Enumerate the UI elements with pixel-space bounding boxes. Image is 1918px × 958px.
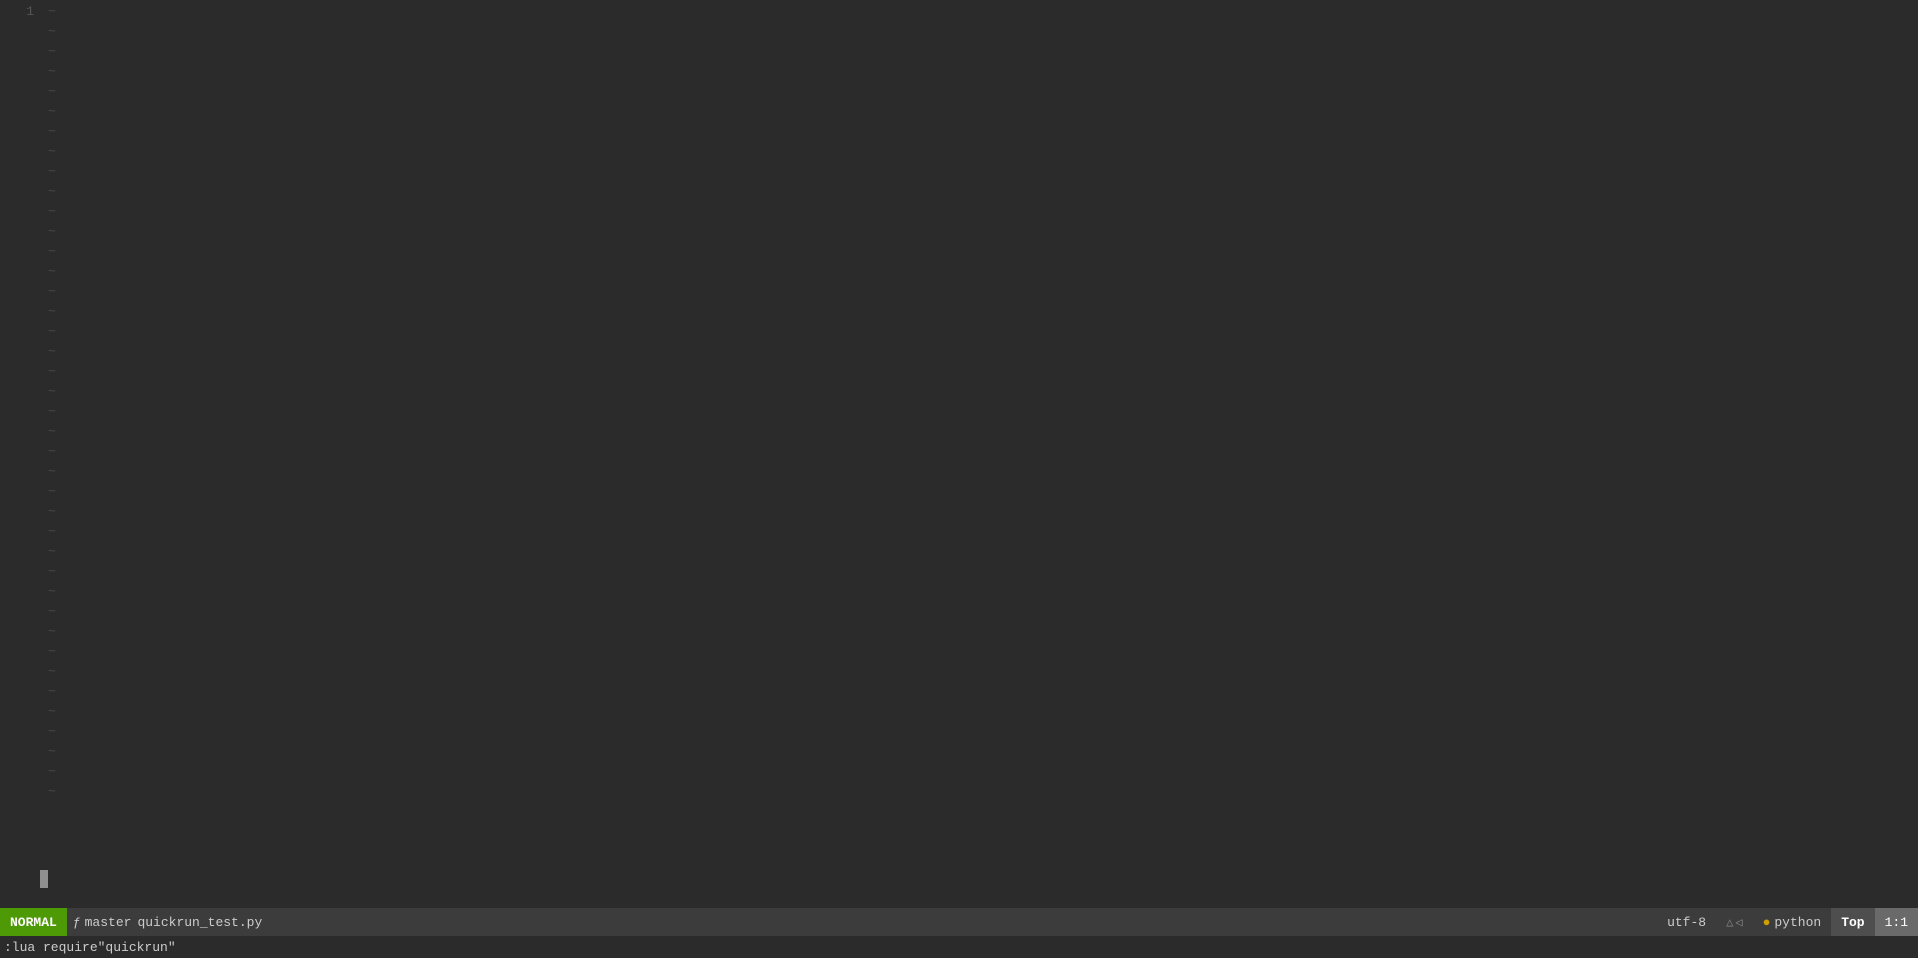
- tilde-line: ~: [48, 462, 1918, 482]
- filetype-label: python: [1774, 915, 1821, 930]
- position-label: Top: [1841, 915, 1864, 930]
- editor-content[interactable]: ~ ~ ~ ~ ~ ~ ~ ~ ~ ~ ~ ~ ~ ~ ~ ~ ~ ~ ~ ~ …: [40, 0, 1918, 908]
- tilde-line: ~: [48, 402, 1918, 422]
- tilde-line: ~: [48, 742, 1918, 762]
- tilde-line: ~: [48, 642, 1918, 662]
- tilde-line: ~: [48, 22, 1918, 42]
- tilde-line: ~: [48, 362, 1918, 382]
- mode-badge: NORMAL: [0, 908, 67, 936]
- tilde-line: ~: [48, 582, 1918, 602]
- tilde-line: ~: [48, 102, 1918, 122]
- tilde-line: ~: [48, 242, 1918, 262]
- tilde-line: ~: [48, 342, 1918, 362]
- command-text: :lua require"quickrun": [4, 940, 176, 955]
- tilde-line: ~: [48, 422, 1918, 442]
- tilde-line: ~: [48, 62, 1918, 82]
- tilde-line: ~: [48, 662, 1918, 682]
- tilde-line: ~: [48, 702, 1918, 722]
- tilde-line: ~: [48, 722, 1918, 742]
- line-col-segment: 1:1: [1875, 908, 1918, 936]
- tilde-line: ~: [48, 682, 1918, 702]
- position-segment: Top: [1831, 908, 1874, 936]
- line-numbers: 1: [0, 0, 40, 908]
- tilde-line: ~: [48, 522, 1918, 542]
- tilde-line: ~: [48, 222, 1918, 242]
- command-line: :lua require"quickrun": [0, 936, 1918, 958]
- git-branch: ƒ master: [73, 915, 132, 930]
- tilde-line: ~: [48, 442, 1918, 462]
- diff-down-icon: △: [1726, 915, 1733, 930]
- tilde-line: ~: [48, 502, 1918, 522]
- line-number-1: 1: [4, 2, 34, 22]
- git-icon: ƒ: [73, 915, 81, 930]
- filetype-icon: ●: [1763, 915, 1771, 930]
- diff-icons: △ ◁: [1726, 915, 1742, 930]
- tilde-line: ~: [48, 482, 1918, 502]
- tilde-line: ~: [48, 382, 1918, 402]
- tilde-line: ~: [48, 262, 1918, 282]
- tilde-line: ~: [48, 622, 1918, 642]
- tilde-line: ~: [48, 542, 1918, 562]
- cursor: [40, 870, 48, 888]
- tilde-line: ~: [48, 562, 1918, 582]
- tilde-line: ~: [48, 322, 1918, 342]
- tilde-line: ~: [48, 2, 1918, 22]
- encoding-label: utf-8: [1667, 915, 1706, 930]
- tilde-line: ~: [48, 602, 1918, 622]
- encoding-segment: utf-8: [1657, 908, 1716, 936]
- tilde-line: ~: [48, 782, 1918, 802]
- tilde-line: ~: [48, 762, 1918, 782]
- diff-left-icon: ◁: [1735, 915, 1742, 930]
- tilde-line: ~: [48, 142, 1918, 162]
- filetype-segment: ● python: [1753, 908, 1832, 936]
- tilde-line: ~: [48, 202, 1918, 222]
- mode-label: NORMAL: [10, 915, 57, 930]
- git-branch-name: master: [85, 915, 132, 930]
- tilde-line: ~: [48, 282, 1918, 302]
- tilde-line: ~: [48, 302, 1918, 322]
- tilde-line: ~: [48, 162, 1918, 182]
- tilde-line: ~: [48, 82, 1918, 102]
- status-bar: NORMAL ƒ master quickrun_test.py utf-8 △…: [0, 908, 1918, 936]
- editor-area[interactable]: 1 ~ ~ ~ ~ ~ ~ ~ ~ ~ ~ ~ ~ ~ ~ ~ ~ ~ ~ ~ …: [0, 0, 1918, 908]
- diff-segment: △ ◁: [1716, 908, 1752, 936]
- status-right: utf-8 △ ◁ ● python Top 1:1: [1657, 908, 1918, 936]
- line-col-label: 1:1: [1885, 915, 1908, 930]
- tilde-line: ~: [48, 42, 1918, 62]
- tilde-line: ~: [48, 122, 1918, 142]
- tilde-line: ~: [48, 182, 1918, 202]
- filename: quickrun_test.py: [137, 915, 262, 930]
